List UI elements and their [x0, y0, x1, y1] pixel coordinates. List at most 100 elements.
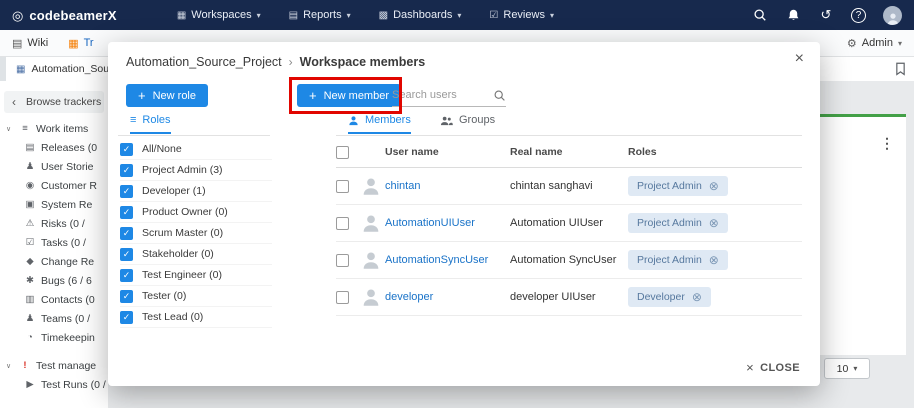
- nav-menu-workspaces[interactable]: ▦ Workspaces ▾: [177, 9, 261, 21]
- column-header-realname[interactable]: Real name: [510, 146, 628, 158]
- checkbox-checked[interactable]: ✓: [120, 248, 133, 261]
- checkbox-checked[interactable]: ✓: [120, 143, 133, 156]
- chevron-down-icon: ▾: [347, 11, 351, 20]
- role-chip[interactable]: Project Admin ⊗: [628, 213, 728, 233]
- sidebar-item-bugs[interactable]: ✱ Bugs (6 / 6: [0, 271, 108, 290]
- bookmark-icon[interactable]: [895, 62, 906, 76]
- risks-icon: ⚠: [24, 218, 36, 229]
- sidebar-item-label: Timekeepin: [41, 332, 95, 344]
- help-icon[interactable]: ?: [851, 8, 866, 23]
- role-chip[interactable]: Developer ⊗: [628, 287, 711, 307]
- column-header-username[interactable]: User name: [385, 146, 510, 158]
- sidebar: ‹ Browse trackers ∨ ≡ Work items ▤ Relea…: [0, 81, 108, 408]
- nav-menu-reports[interactable]: ▤ Reports ▾: [289, 9, 351, 21]
- system-requirements-icon: ▣: [24, 199, 36, 210]
- sidebar-item-tasks[interactable]: ☑ Tasks (0 /: [0, 233, 108, 252]
- role-filter-project-admin[interactable]: ✓ Project Admin (3): [120, 160, 272, 181]
- search-icon[interactable]: [752, 7, 768, 23]
- table-header-row: User name Real name Roles: [336, 137, 802, 168]
- checkbox-checked[interactable]: ✓: [120, 206, 133, 219]
- username-link[interactable]: AutomationUIUser: [385, 217, 475, 229]
- user-avatar[interactable]: [883, 6, 902, 25]
- checkbox-checked[interactable]: ✓: [120, 269, 133, 282]
- username-link[interactable]: developer: [385, 291, 433, 303]
- avatar: [360, 286, 385, 308]
- row-checkbox[interactable]: [336, 254, 349, 267]
- row-checkbox[interactable]: [336, 291, 349, 304]
- new-role-button[interactable]: + New role: [126, 84, 208, 107]
- sidebar-item-teams[interactable]: ♟ Teams (0 /: [0, 309, 108, 328]
- history-icon[interactable]: ↺: [818, 7, 834, 23]
- breadcrumb-separator-icon: ›: [289, 55, 293, 69]
- role-chip[interactable]: Project Admin ⊗: [628, 176, 728, 196]
- sidebar-item-change-requests[interactable]: ◆ Change Re: [0, 252, 108, 271]
- page-size-value: 10: [837, 363, 849, 375]
- dialog-close-button[interactable]: × CLOSE: [746, 360, 800, 375]
- role-filter-developer[interactable]: ✓ Developer (1): [120, 181, 272, 202]
- admin-menu[interactable]: ⚙ Admin ▾: [847, 37, 902, 50]
- role-filter-scrum-master[interactable]: ✓ Scrum Master (0): [120, 223, 272, 244]
- chip-remove-icon[interactable]: ⊗: [709, 217, 719, 229]
- brand[interactable]: ◎ codebeamerX: [12, 8, 117, 23]
- role-filter-all-none[interactable]: ✓ All/None: [120, 139, 272, 160]
- test-runs-icon: ▶: [24, 379, 36, 390]
- sidebar-item-contacts[interactable]: ▥ Contacts (0: [0, 290, 108, 309]
- sidebar-item-timekeeping[interactable]: ◔ Timekeepin: [0, 328, 108, 347]
- search-users-input[interactable]: [392, 89, 489, 101]
- sidebar-item-user-stories[interactable]: ♟ User Storie: [0, 157, 108, 176]
- nav-menu-reviews[interactable]: ☑ Reviews ▾: [489, 9, 554, 21]
- toolbar-item-trackers[interactable]: ▦ Tr: [68, 37, 93, 50]
- collapse-icon: ∨: [6, 125, 14, 133]
- tab-groups[interactable]: Groups: [440, 114, 495, 126]
- role-filter-product-owner[interactable]: ✓ Product Owner (0): [120, 202, 272, 223]
- sidebar-item-customer-requirements[interactable]: ◉ Customer R: [0, 176, 108, 195]
- chip-remove-icon[interactable]: ⊗: [692, 291, 702, 303]
- toolbar-item-wiki[interactable]: ▤ Wiki: [12, 37, 48, 50]
- roles-tab-icon: ≡: [130, 114, 136, 126]
- sidebar-item-test-runs[interactable]: ▶ Test Runs (0 / 0): [0, 375, 108, 394]
- page-size-select[interactable]: 10 ▾: [824, 358, 870, 379]
- chevron-down-icon: ▾: [550, 11, 554, 20]
- sidebar-item-risks[interactable]: ⚠ Risks (0 /: [0, 214, 108, 233]
- search-icon[interactable]: [493, 89, 506, 102]
- select-all-checkbox[interactable]: [336, 146, 349, 159]
- chip-remove-icon[interactable]: ⊗: [709, 254, 719, 266]
- dashboards-icon: ▩: [379, 10, 388, 21]
- row-checkbox[interactable]: [336, 180, 349, 193]
- checkbox-checked[interactable]: ✓: [120, 227, 133, 240]
- sidebar-item-work-items[interactable]: ∨ ≡ Work items: [0, 119, 108, 138]
- tab-roles[interactable]: ≡ Roles: [130, 114, 171, 134]
- role-chip[interactable]: Project Admin ⊗: [628, 250, 728, 270]
- role-chip-label: Project Admin: [637, 180, 702, 192]
- checkbox-checked[interactable]: ✓: [120, 311, 133, 324]
- checkbox-checked[interactable]: ✓: [120, 185, 133, 198]
- role-filter-tester[interactable]: ✓ Tester (0): [120, 286, 272, 307]
- toolbar-trackers-label: Tr: [84, 37, 94, 49]
- role-filter-test-lead[interactable]: ✓ Test Lead (0): [120, 307, 272, 328]
- tab-members[interactable]: Members: [348, 114, 411, 134]
- username-link[interactable]: chintan: [385, 180, 420, 192]
- chip-remove-icon[interactable]: ⊗: [709, 180, 719, 192]
- sidebar-item-releases[interactable]: ▤ Releases (0: [0, 138, 108, 157]
- checkbox-checked[interactable]: ✓: [120, 290, 133, 303]
- reviews-icon: ☑: [489, 10, 498, 21]
- sidebar-item-label: Work items: [36, 123, 88, 135]
- checkbox-checked[interactable]: ✓: [120, 164, 133, 177]
- nav-menu-dashboards[interactable]: ▩ Dashboards ▾: [379, 9, 462, 21]
- row-checkbox[interactable]: [336, 217, 349, 230]
- gear-icon: ⚙: [847, 37, 857, 50]
- close-icon: ×: [746, 360, 754, 375]
- role-filter-stakeholder[interactable]: ✓ Stakeholder (0): [120, 244, 272, 265]
- dialog-close-icon[interactable]: ×: [795, 51, 804, 67]
- username-link[interactable]: AutomationSyncUser: [385, 254, 488, 266]
- collapse-icon: ∨: [6, 362, 14, 370]
- breadcrumb-project[interactable]: Automation_Source_Project: [126, 55, 282, 69]
- browse-trackers-button[interactable]: ‹ Browse trackers: [4, 91, 104, 113]
- notifications-bell-icon[interactable]: [785, 7, 801, 23]
- sidebar-item-test-management[interactable]: ∨ ! Test manage: [0, 356, 108, 375]
- column-header-roles[interactable]: Roles: [628, 146, 802, 158]
- new-member-button[interactable]: + New member: [297, 84, 401, 107]
- sidebar-item-system-requirements[interactable]: ▣ System Re: [0, 195, 108, 214]
- kebab-menu-icon[interactable]: ⋮: [880, 135, 894, 152]
- role-filter-test-engineer[interactable]: ✓ Test Engineer (0): [120, 265, 272, 286]
